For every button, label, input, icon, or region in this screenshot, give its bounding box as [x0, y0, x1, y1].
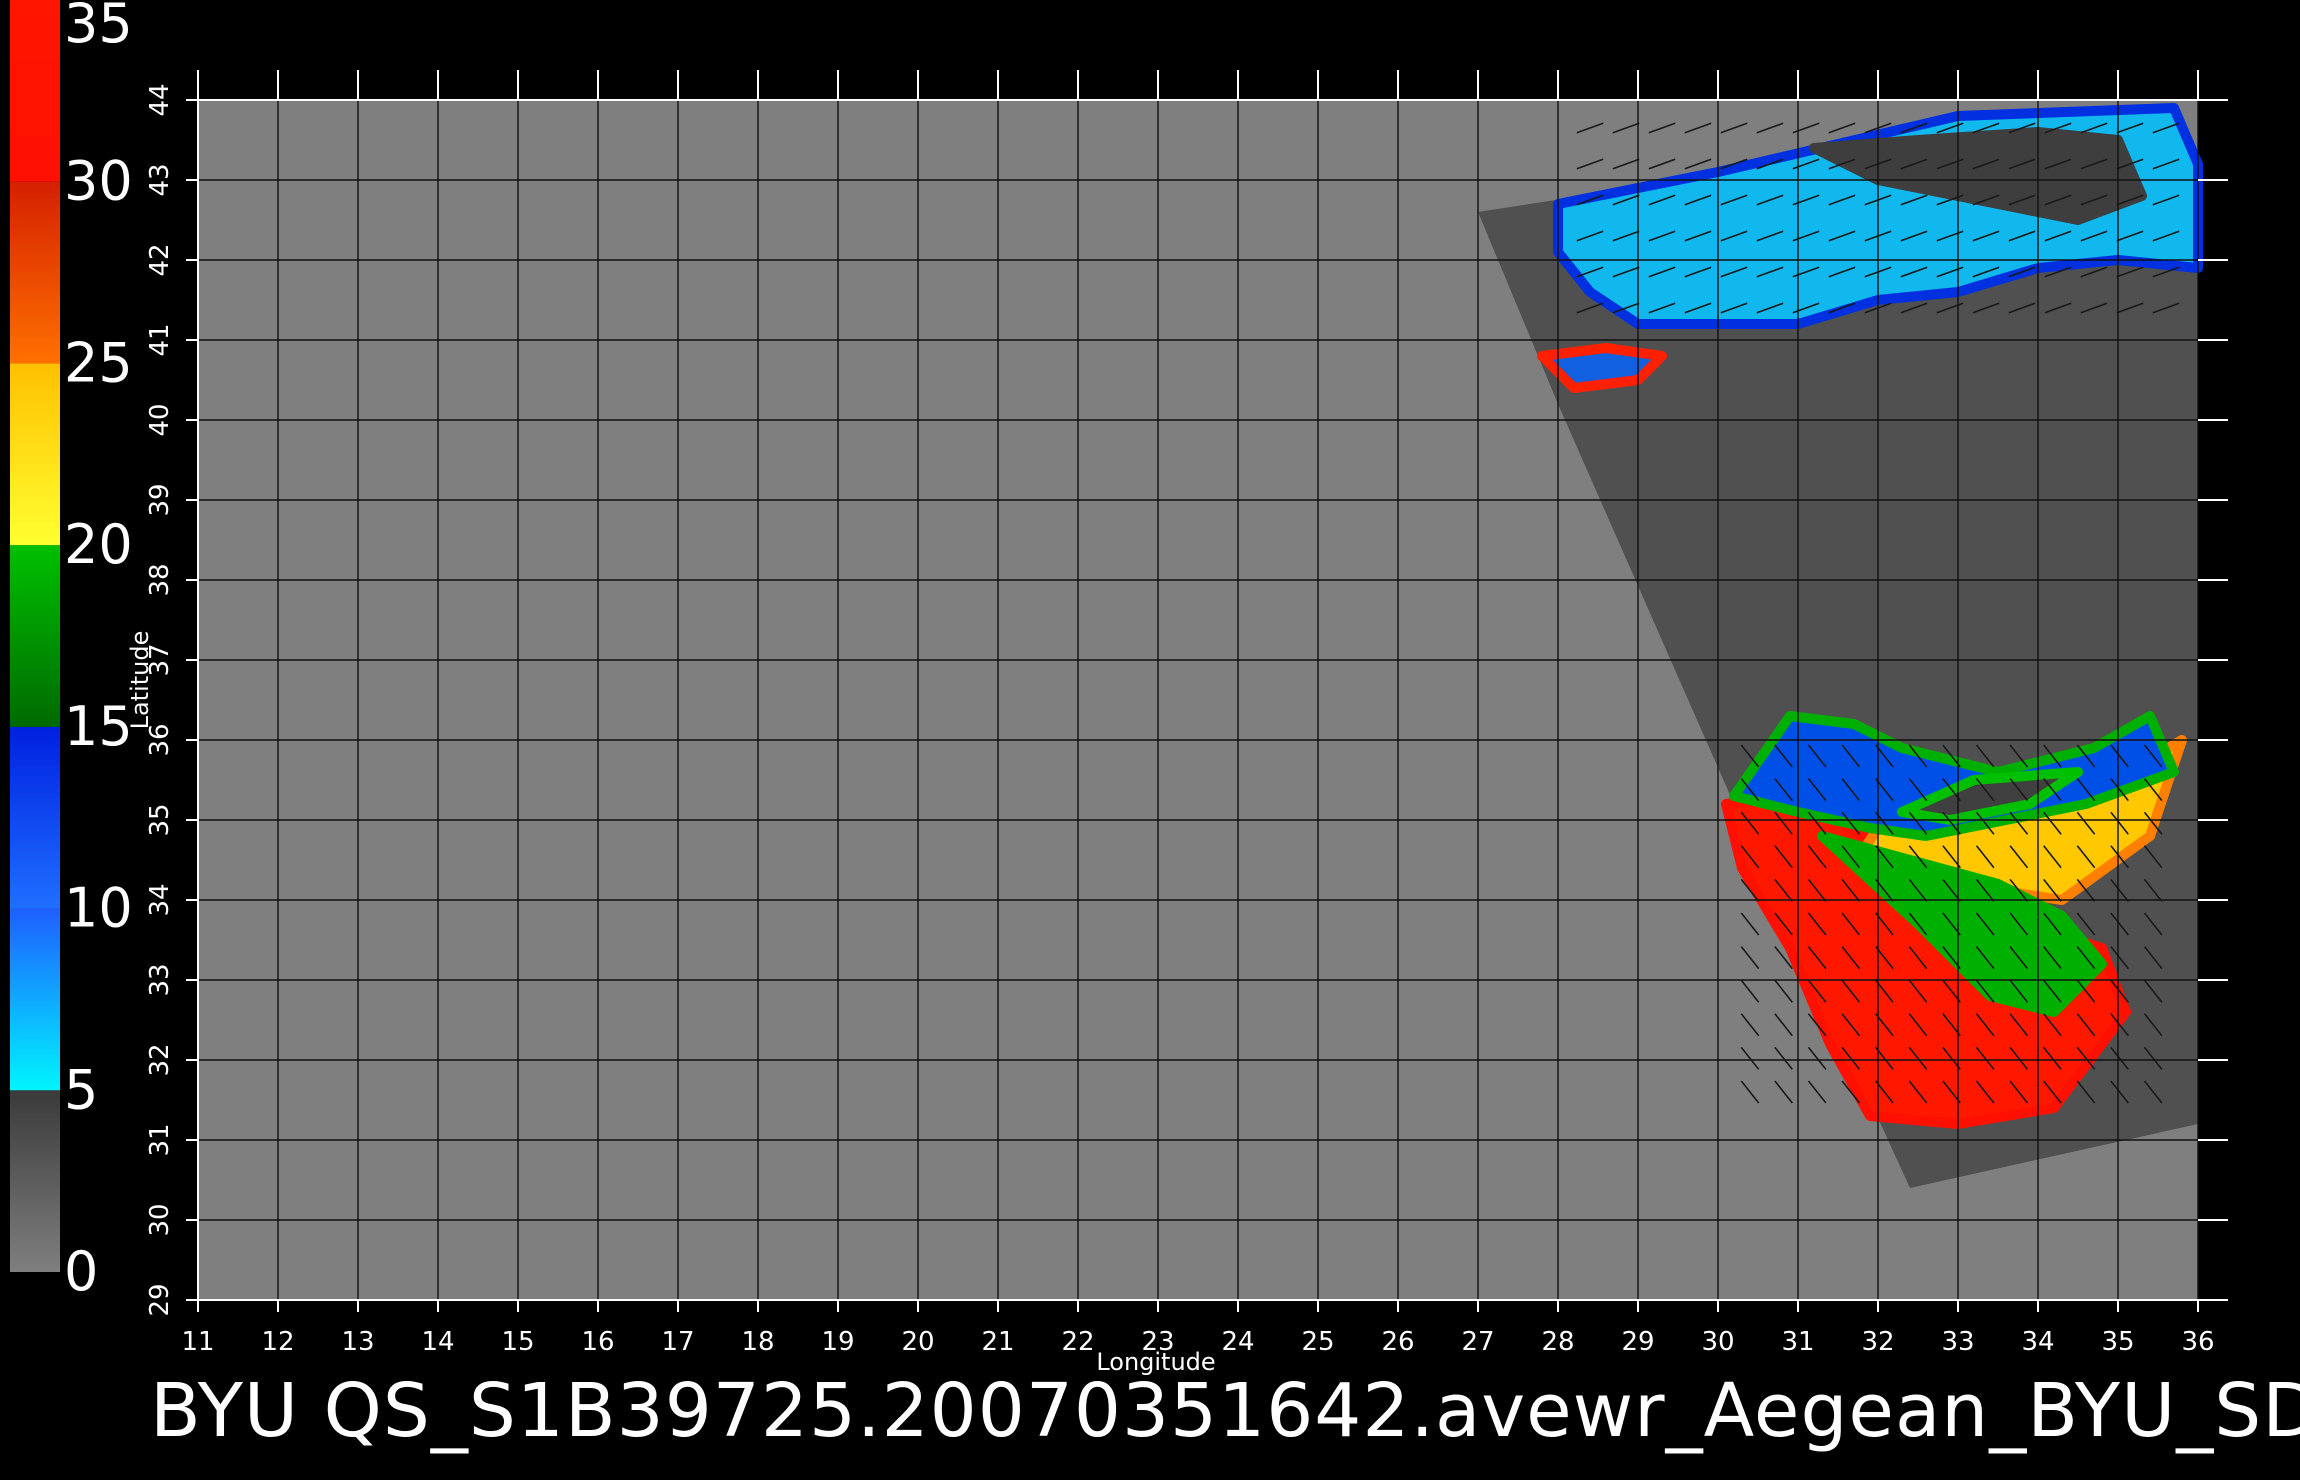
colorbar-band [10, 181, 60, 364]
x-tick-label: 26 [1381, 1327, 1414, 1357]
x-tick-label: 27 [1461, 1327, 1494, 1357]
x-tick-label: 32 [1861, 1327, 1894, 1357]
y-tick-label: 29 [145, 1283, 175, 1316]
y-tick-label: 39 [145, 483, 175, 516]
x-tick-label: 28 [1541, 1327, 1574, 1357]
x-tick-label: 25 [1301, 1327, 1334, 1357]
map-area: 11 12 13 14 15 16 17 18 19 20 21 22 23 24 25 26 27 28 29 30… [126, 70, 2228, 1376]
x-tick-label: 34 [2021, 1327, 2054, 1357]
y-tick-label: 40 [145, 403, 175, 436]
colorbar-tick-label: 30 [64, 150, 133, 213]
y-tick-label: 30 [145, 1203, 175, 1236]
x-tick-label: 13 [341, 1327, 374, 1357]
colorbar-bands [10, 0, 60, 1272]
x-tick-label: 33 [1941, 1327, 1974, 1357]
x-tick-label: 21 [981, 1327, 1014, 1357]
y-tick-label: 35 [145, 803, 175, 836]
colorbar-tick-label: 25 [64, 331, 133, 394]
y-tick-label: 43 [145, 163, 175, 196]
y-tick-label: 38 [145, 563, 175, 596]
colorbar-tick-label: 10 [64, 877, 133, 940]
colorbar-band [10, 908, 60, 1091]
colorbar-tick-label: 20 [64, 513, 133, 576]
colorbar-tick-label: 0 [64, 1240, 98, 1303]
y-tick-label: 42 [145, 243, 175, 276]
colorbar-tick-labels: 0 5 10 15 20 25 30 35 [64, 0, 133, 1303]
x-tick-label: 17 [661, 1327, 694, 1357]
x-tick-label: 18 [741, 1327, 774, 1357]
x-tick-label: 15 [501, 1327, 534, 1357]
x-tick-label: 31 [1781, 1327, 1814, 1357]
colorbar-tick-label: 15 [64, 695, 133, 758]
y-tick-label: 34 [145, 883, 175, 916]
x-tick-label: 35 [2101, 1327, 2134, 1357]
colorbar-tick-label: 5 [64, 1058, 98, 1121]
colorbar-band [10, 726, 60, 909]
wind-speed-map-figure: 0 5 10 15 20 25 30 35 11 12 13 14 15 16 17 18 19 20 21 22 2… [10, 0, 2300, 1454]
colorbar-band [10, 545, 60, 727]
x-tick-label: 11 [181, 1327, 214, 1357]
x-tick-label: 36 [2181, 1327, 2214, 1357]
x-tick-label: 30 [1701, 1327, 1734, 1357]
y-tick-label: 44 [145, 83, 175, 116]
x-tick-label: 19 [821, 1327, 854, 1357]
x-tick-label: 14 [421, 1327, 454, 1357]
y-axis-label: Latitude [126, 631, 154, 730]
colorbar: 0 5 10 15 20 25 30 35 [10, 0, 133, 1303]
x-tick-label: 24 [1221, 1327, 1254, 1357]
colorbar-tick-label: 35 [64, 0, 133, 55]
y-tick-label: 41 [145, 323, 175, 356]
x-tick-label: 12 [261, 1327, 294, 1357]
colorbar-band [10, 363, 60, 546]
x-tick-label: 29 [1621, 1327, 1654, 1357]
y-tick-label: 32 [145, 1043, 175, 1076]
colorbar-band [10, 0, 60, 182]
y-tick-label: 31 [145, 1123, 175, 1156]
x-tick-label: 22 [1061, 1327, 1094, 1357]
colorbar-band [10, 1090, 60, 1272]
y-tick-label: 33 [145, 963, 175, 996]
x-tick-label: 20 [901, 1327, 934, 1357]
x-tick-label: 16 [581, 1327, 614, 1357]
figure-caption: BYU QS_S1B39725.20070351642.avewr_Aegean… [150, 1368, 2300, 1454]
